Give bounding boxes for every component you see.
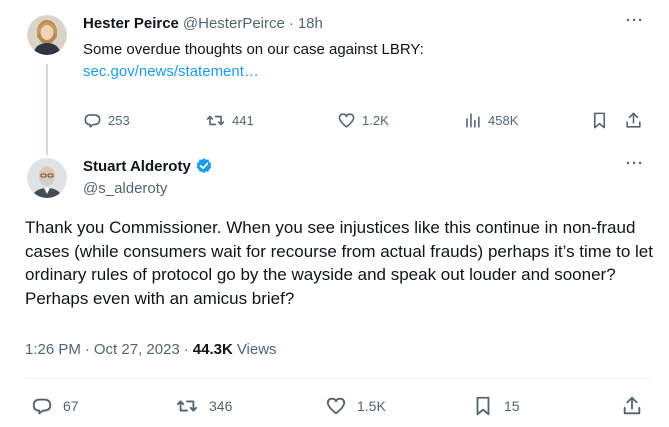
- repost-icon: [176, 400, 198, 412]
- hester-repost-button[interactable]: 441: [205, 111, 254, 130]
- meta-separator-2: ·: [183, 341, 189, 358]
- stuart-like-button[interactable]: 1.5K: [325, 395, 386, 417]
- stuart-repost-button[interactable]: 346: [175, 395, 232, 417]
- thread-connector-line: [46, 64, 48, 155]
- hester-header: Hester Peirce @HesterPeirce · 18h: [83, 15, 323, 32]
- stuart-more-button[interactable]: ···: [626, 155, 644, 172]
- stuart-display-name[interactable]: Stuart Alderoty: [83, 158, 191, 175]
- share-icon: [626, 112, 641, 128]
- tweet-views-label: Views: [236, 341, 277, 358]
- tweet-meta: 1:26 PM · Oct 27, 2023 · 44.3K Views: [25, 341, 277, 358]
- heart-icon: [338, 113, 355, 128]
- stuart-bookmark-count: 15: [504, 398, 520, 414]
- hester-avatar[interactable]: [27, 15, 67, 55]
- hester-more-button[interactable]: ···: [626, 12, 644, 29]
- stuart-share-button[interactable]: [621, 395, 643, 417]
- hester-share-button[interactable]: [624, 111, 643, 130]
- repost-icon: [206, 115, 225, 126]
- reply-icon: [84, 114, 101, 128]
- meta-divider: [25, 378, 650, 379]
- header-separator: ·: [288, 15, 294, 32]
- reply-icon: [32, 398, 52, 415]
- stuart-repost-count: 346: [209, 398, 233, 414]
- bookmark-icon: [593, 112, 606, 129]
- hester-handle[interactable]: @HesterPeirce: [183, 15, 285, 32]
- stuart-bookmark-button[interactable]: 15: [472, 395, 520, 417]
- stuart-reply-count: 67: [63, 398, 79, 414]
- hester-like-button[interactable]: 1.2K: [337, 111, 389, 130]
- hester-reply-count: 253: [108, 113, 130, 128]
- stuart-like-count: 1.5K: [357, 398, 386, 414]
- tweet-views-count[interactable]: 44.3K: [193, 341, 233, 358]
- hester-views-count: 458K: [488, 113, 519, 128]
- hester-views-button[interactable]: 458K: [463, 111, 518, 130]
- hester-bookmark-button[interactable]: [590, 111, 609, 130]
- stuart-reply-button[interactable]: 67: [31, 395, 79, 417]
- stuart-handle[interactable]: @s_alderoty: [83, 180, 167, 197]
- hester-like-count: 1.2K: [362, 113, 389, 128]
- tweet-time[interactable]: 1:26 PM: [25, 341, 81, 358]
- hester-display-name[interactable]: Hester Peirce: [83, 15, 179, 32]
- stuart-name-row: Stuart Alderoty: [83, 157, 213, 175]
- heart-icon: [326, 397, 346, 415]
- stuart-tweet-text: Thank you Commissioner. When you see inj…: [25, 218, 653, 308]
- hester-tweet-text: Some overdue thoughts on our case agains…: [83, 41, 424, 58]
- share-icon: [623, 396, 641, 415]
- hester-statement-link[interactable]: sec.gov/news/statement…: [83, 63, 259, 80]
- hester-repost-count: 441: [232, 113, 254, 128]
- hester-time-ago[interactable]: 18h: [298, 15, 323, 32]
- meta-separator: ·: [84, 341, 90, 358]
- analytics-icon: [466, 113, 480, 128]
- stuart-avatar[interactable]: [27, 158, 67, 198]
- tweet-date[interactable]: Oct 27, 2023: [94, 341, 180, 358]
- bookmark-icon: [476, 396, 490, 416]
- hester-reply-button[interactable]: 253: [83, 111, 130, 130]
- verified-badge-icon[interactable]: [195, 157, 213, 175]
